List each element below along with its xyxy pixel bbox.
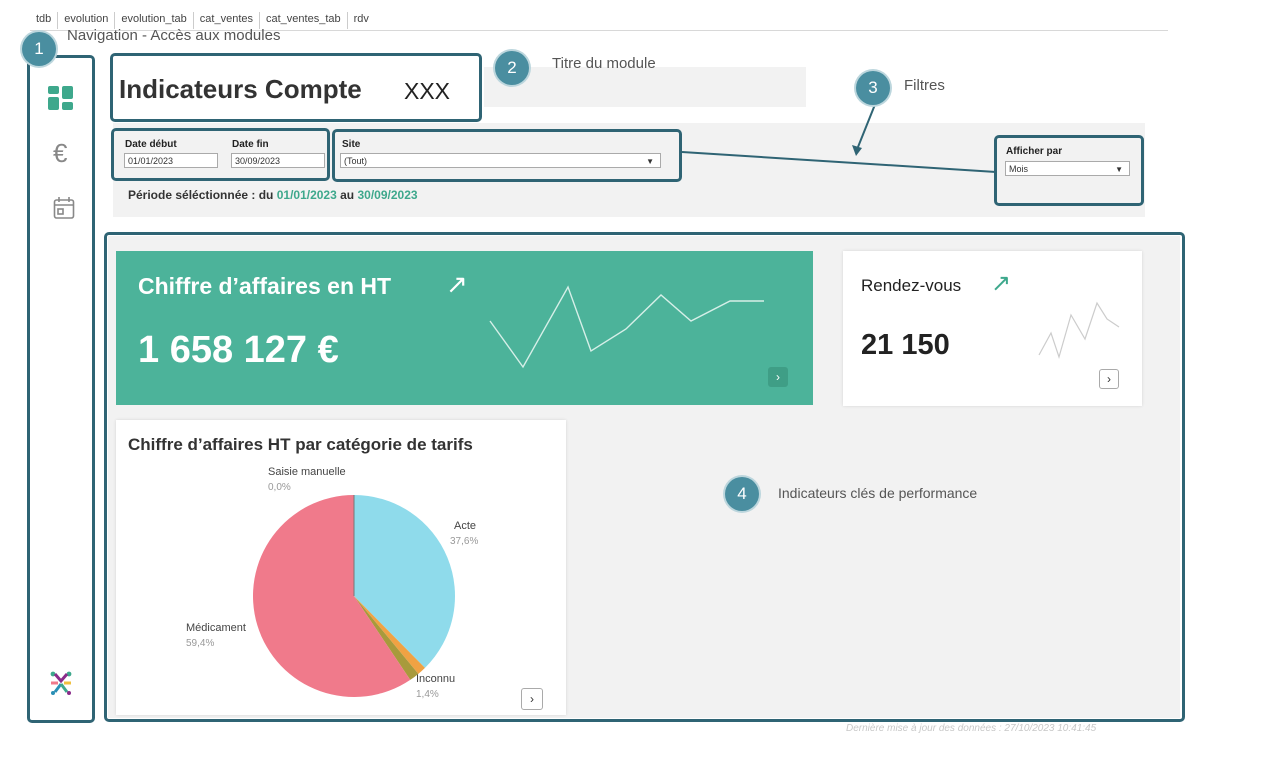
rdv-kpi-value: 21 150: [861, 329, 950, 361]
calendar-icon[interactable]: [53, 196, 75, 225]
tab-rdv[interactable]: rdv: [346, 12, 375, 29]
slice-label-medicament: Médicament: [186, 622, 246, 634]
page-title: Indicateurs Compte: [119, 74, 362, 104]
annotation-kpi-label: Indicateurs clés de performance: [778, 485, 978, 501]
revenue-sparkline: [489, 285, 764, 369]
period-mid: au: [340, 188, 355, 202]
display-by-select[interactable]: Mois ▼: [1005, 161, 1130, 176]
pie-chart: [253, 495, 455, 697]
revenue-kpi-value: 1 658 127 €: [138, 329, 339, 371]
pie-chart-card: Chiffre d’affaires HT par catégorie de t…: [116, 420, 566, 715]
period-prefix: Période séléctionnée : du: [128, 188, 274, 202]
slice-label-acte: Acte: [454, 520, 477, 532]
trend-arrow-icon: ↗: [446, 269, 468, 299]
account-name: XXX: [404, 78, 451, 104]
date-end-input[interactable]: 30/09/2023: [231, 153, 325, 168]
slice-label-inconnu: Inconnu: [416, 673, 456, 685]
slice-pct-inconnu: 1,4%: [416, 689, 439, 700]
revenue-kpi-card[interactable]: Chiffre d’affaires en HT ↗ 1 658 127 € ›: [116, 251, 813, 405]
revenue-kpi-title: Chiffre d’affaires en HT: [138, 273, 392, 299]
date-end-label: Date fin: [232, 139, 269, 150]
rdv-kpi-card[interactable]: Rendez-vous ↗ 21 150 ›: [843, 251, 1142, 406]
revenue-detail-button[interactable]: ›: [768, 367, 788, 387]
tab-tdb[interactable]: tdb: [30, 12, 57, 29]
annotation-badge-3: 3: [856, 71, 890, 105]
annotation-filters-label: Filtres: [904, 77, 945, 94]
site-select[interactable]: (Tout) ▼: [340, 153, 661, 168]
period-summary: Période séléctionnée : du 01/01/2023 au …: [128, 188, 418, 202]
slice-label-saisie: Saisie manuelle: [268, 466, 346, 478]
annotation-badge-1: 1: [22, 32, 56, 66]
last-update-text: Dernière mise à jour des données : 27/10…: [846, 723, 1097, 734]
trend-arrow-icon: ↗: [991, 270, 1012, 297]
display-by-value: Mois: [1009, 164, 1029, 174]
annotation-nav-label: Navigation - Accès aux modules: [67, 27, 281, 44]
pie-detail-button[interactable]: ›: [521, 688, 543, 710]
annotation-title-label: Titre du module: [552, 55, 656, 72]
site-select-value: (Tout): [344, 156, 368, 166]
dashboard-icon[interactable]: [48, 86, 74, 115]
annotation-badge-2: 2: [495, 51, 529, 85]
dropdown-arrow-icon: ▼: [1115, 165, 1123, 174]
slice-pct-medicament: 59,4%: [186, 638, 215, 649]
slice-pct-saisie: 0,0%: [268, 482, 291, 493]
period-end: 30/09/2023: [357, 188, 418, 202]
sidebar: €: [27, 55, 95, 723]
annotation-badge-4: 4: [725, 477, 759, 511]
period-start: 01/01/2023: [276, 188, 337, 202]
slice-pct-acte: 37,6%: [450, 536, 479, 547]
annotation-connector: [681, 101, 997, 173]
site-label: Site: [342, 139, 361, 150]
dropdown-arrow-icon: ▼: [646, 157, 654, 166]
rdv-sparkline: [1038, 301, 1120, 360]
logo-icon: [48, 670, 74, 701]
rdv-kpi-title: Rendez-vous: [861, 276, 962, 295]
date-start-input[interactable]: 01/01/2023: [124, 153, 218, 168]
date-start-label: Date début: [125, 139, 177, 150]
rdv-detail-button[interactable]: ›: [1099, 369, 1119, 389]
display-by-label: Afficher par: [1006, 146, 1063, 157]
euro-icon[interactable]: €: [53, 138, 67, 169]
